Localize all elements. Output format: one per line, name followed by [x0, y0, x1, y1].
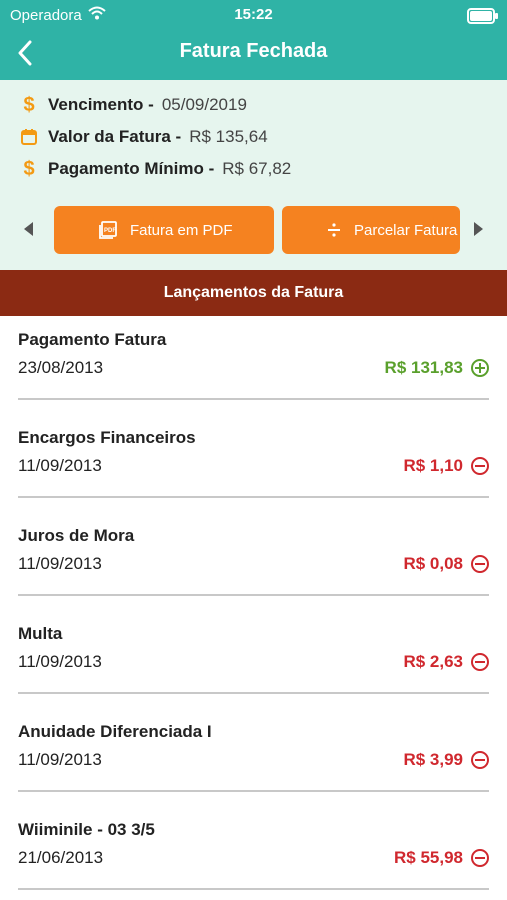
transaction-amount-value: R$ 0,08 [403, 554, 463, 573]
divider [18, 594, 489, 596]
transaction-name: Juros de Mora [18, 526, 135, 545]
pdf-invoice-label: Fatura em PDF [130, 221, 233, 239]
transaction-row[interactable]: Juros de Mora 11/09/2013 R$ 0,08 [0, 512, 507, 610]
nav-bar: Fatura Fechada [0, 28, 507, 80]
transaction-amount-value: R$ 131,83 [384, 358, 463, 377]
transaction-amount-value: R$ 55,98 [394, 848, 463, 867]
invoice-amount-label: Valor da Fatura - [48, 127, 182, 146]
page-title: Fatura Fechada [179, 40, 328, 62]
due-date-row: $ Vencimento - 05/09/2019 [18, 93, 247, 116]
transaction-row[interactable]: Multa 11/09/2013 R$ 2,63 [0, 610, 507, 708]
installment-invoice-label: Parcelar Fatura [354, 221, 458, 239]
transaction-name: Wiiminile - 03 3/5 [18, 820, 155, 839]
transaction-name: Pagamento Fatura [18, 330, 167, 349]
minimum-payment-row: $ Pagamento Mínimo - R$ 67,82 [18, 158, 291, 180]
divider [18, 790, 489, 792]
due-date-label: Vencimento - [48, 95, 154, 114]
transaction-row[interactable]: Anuidade Diferenciada I 11/09/2013 R$ 3,99 [0, 708, 507, 806]
minus-circle-icon [471, 457, 489, 475]
transaction-date: 11/09/2013 [18, 652, 102, 671]
transaction-row[interactable]: Encargos Financeiros 11/09/2013 R$ 1,10 [0, 414, 507, 512]
divider [18, 692, 489, 694]
carousel-left-arrow-icon[interactable] [24, 222, 33, 236]
header: Operadora 15:22 Fatura Fechada [0, 0, 507, 80]
divider [18, 398, 489, 400]
divider [18, 496, 489, 498]
battery-icon [467, 8, 498, 24]
plus-circle-icon [471, 359, 489, 377]
transaction-row[interactable]: Pagamento Fatura 23/08/2013 R$ 131,83 [0, 316, 507, 414]
transaction-amount-value: R$ 2,63 [403, 652, 463, 671]
app: Operadora 15:22 Fatura Fechada $ Vencime… [0, 0, 507, 900]
transaction-name: Multa [18, 624, 63, 643]
transaction-amount: R$ 3,99 [403, 750, 489, 770]
dollar-icon: $ [23, 157, 35, 180]
transaction-name: Anuidade Diferenciada I [18, 722, 212, 741]
dollar-icon: $ [23, 93, 35, 116]
minus-circle-icon [471, 849, 489, 867]
divider [18, 888, 489, 890]
invoice-amount-value: R$ 135,64 [189, 127, 268, 146]
status-time: 15:22 [234, 6, 273, 23]
pdf-icon: PDF [98, 220, 118, 240]
transaction-row[interactable]: Wiiminile - 03 3/5 21/06/2013 R$ 55,98 [0, 806, 507, 900]
pdf-invoice-button[interactable]: PDF Fatura em PDF [54, 206, 274, 254]
section-header: Lançamentos da Fatura [0, 270, 507, 316]
transaction-amount: R$ 131,83 [385, 358, 489, 378]
minus-circle-icon [471, 751, 489, 769]
minimum-payment-value: R$ 67,82 [222, 159, 292, 178]
transaction-date: 11/09/2013 [18, 750, 102, 769]
transaction-amount-value: R$ 3,99 [403, 750, 463, 769]
minus-circle-icon [471, 555, 489, 573]
calendar-icon [18, 126, 40, 148]
minus-circle-icon [471, 653, 489, 671]
invoice-summary: $ Vencimento - 05/09/2019 Valor da Fatur… [0, 80, 507, 270]
invoice-amount-row: Valor da Fatura - R$ 135,64 [18, 126, 268, 148]
transaction-date: 21/06/2013 [18, 848, 104, 867]
transaction-amount: R$ 0,08 [403, 554, 489, 574]
transaction-amount: R$ 2,63 [403, 652, 489, 672]
svg-text:PDF: PDF [104, 228, 116, 234]
transactions-list: Pagamento Fatura 23/08/2013 R$ 131,83 Encar… [0, 316, 507, 900]
minimum-payment-label: Pagamento Mínimo - [48, 159, 215, 178]
divide-icon [326, 222, 342, 238]
transaction-amount: R$ 55,98 [394, 848, 489, 868]
transaction-name: Encargos Financeiros [18, 428, 196, 447]
transaction-amount-value: R$ 1,10 [403, 456, 463, 475]
transaction-date: 11/09/2013 [18, 456, 102, 475]
installment-invoice-button[interactable]: Parcelar Fatura [282, 206, 460, 254]
due-date-value: 05/09/2019 [161, 95, 247, 114]
transaction-amount: R$ 1,10 [403, 456, 489, 476]
actions-carousel: PDF Fatura em PDF Parcelar Fatura [0, 206, 507, 256]
transaction-date: 23/08/2013 [18, 358, 104, 377]
status-bar: Operadora 15:22 [0, 0, 507, 28]
transaction-date: 11/09/2013 [18, 554, 102, 573]
carousel-right-arrow-icon[interactable] [474, 222, 483, 236]
